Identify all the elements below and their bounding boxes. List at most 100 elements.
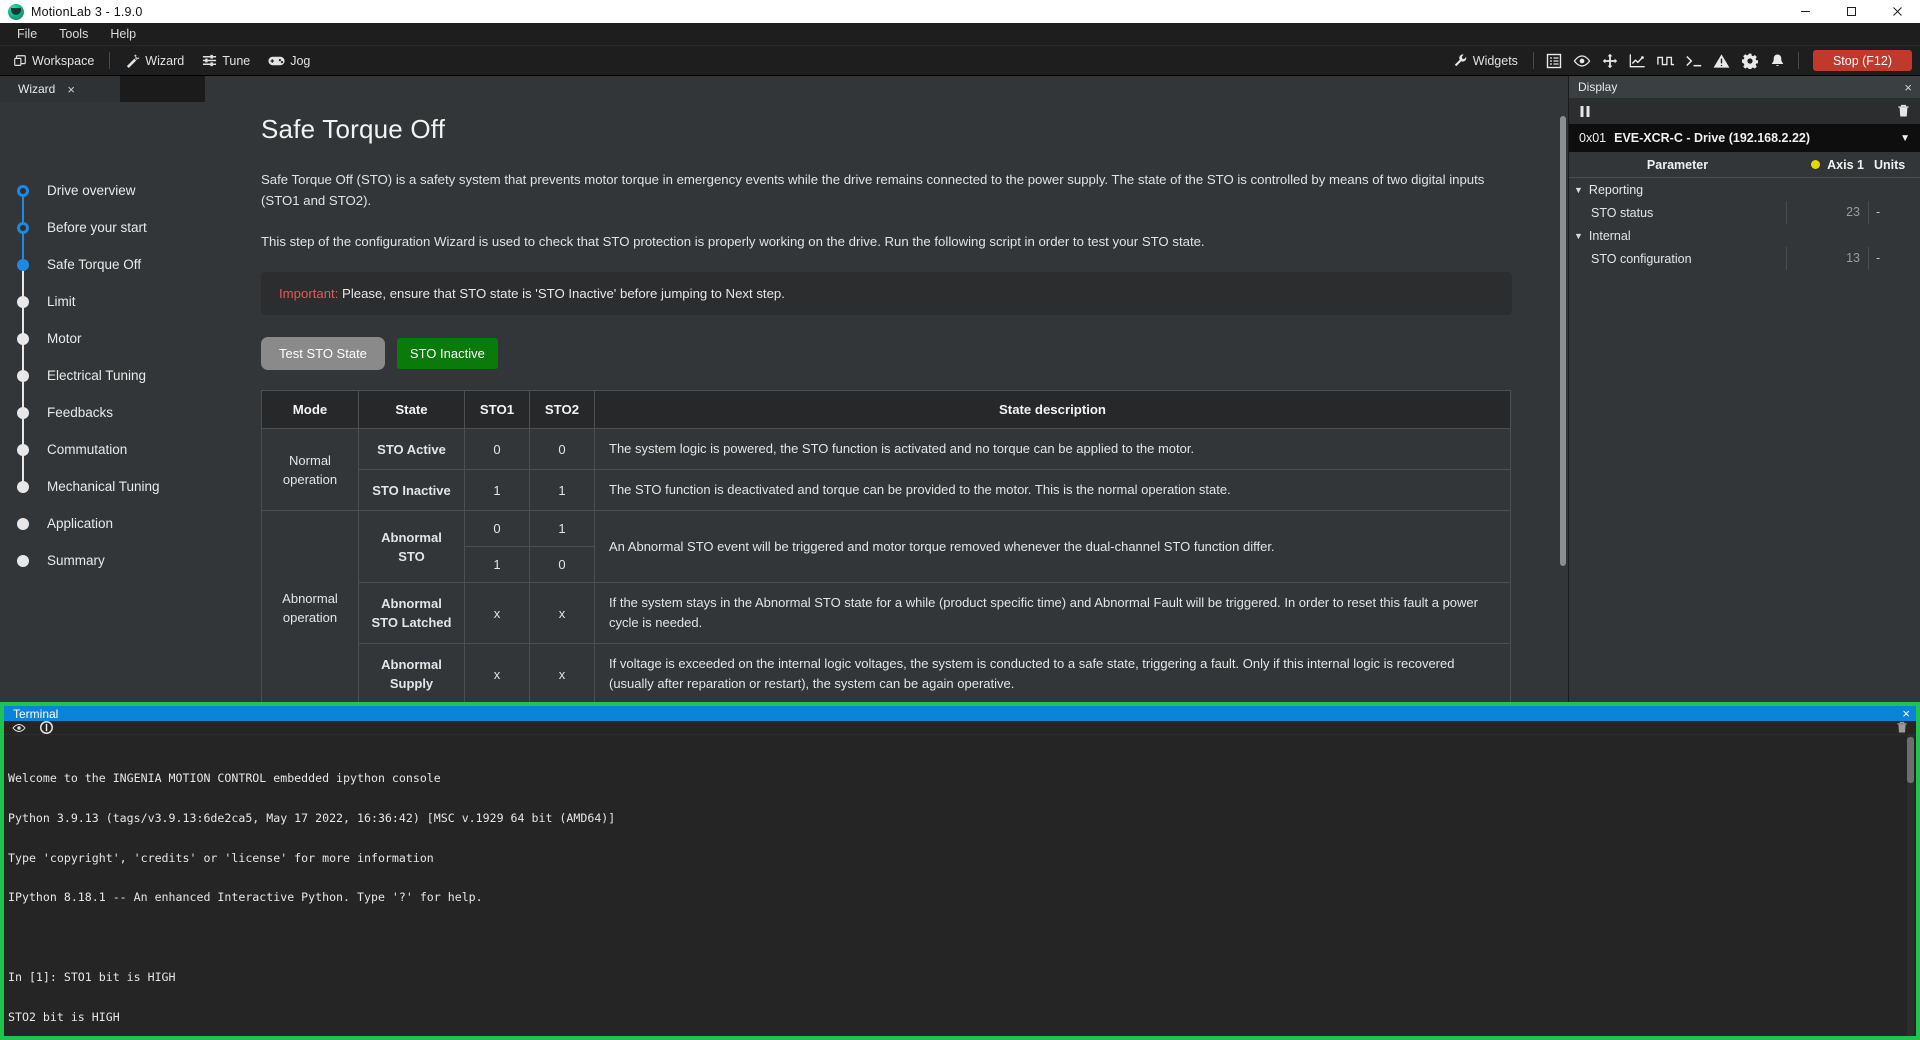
content-inner: Safe Torque Off Safe Torque Off (STO) is… [205,76,1568,705]
toolbar-separator-2 [1532,52,1534,69]
sidebar-item-electrical-tuning[interactable]: Electrical Tuning [17,357,205,394]
sidebar-item-limit[interactable]: Limit [17,283,205,320]
cell-state: Abnormal STO Latched [358,582,465,644]
eye-icon[interactable] [1568,49,1596,73]
col-header-sto2: STO2 [529,390,595,429]
display-panel-header: Display × [1569,76,1920,98]
bell-icon[interactable] [1764,49,1792,73]
step-label: Mechanical Tuning [47,479,160,494]
main-toolbar: Workspace Wizard Tune Jog Widgets Stop (… [0,46,1920,76]
toolbar-separator-1 [109,52,111,69]
wrench-icon [1453,53,1468,68]
col-header-axis-label: Axis 1 [1827,157,1864,172]
terminal-title: Terminal [13,706,59,721]
terminal-line: Welcome to the INGENIA MOTION CONTROL em… [8,770,441,785]
cell-description: The system logic is powered, the STO fun… [594,428,1511,470]
cell-sto2: x [529,643,595,705]
param-name: STO configuration [1591,251,1692,266]
col-header-state-description: State description [594,390,1511,429]
widgets-label: Widgets [1472,53,1518,68]
toolbar-tune-button[interactable]: Tune [193,49,259,73]
eye-icon[interactable] [12,723,26,733]
cell-state: Abnormal STO [358,510,465,583]
step-label: Summary [47,553,105,568]
important-text: Please, ensure that STO state is 'STO In… [338,286,785,301]
display-panel-close-icon[interactable]: × [1904,80,1912,95]
sidebar-item-safe-torque-off[interactable]: Safe Torque Off [17,246,205,283]
chevron-down-icon[interactable]: ▼ [1574,185,1583,195]
waveform-icon[interactable] [1652,49,1680,73]
info-icon[interactable] [40,721,53,735]
table-row: Abnormal Supply x x If voltage is exceed… [262,643,1511,705]
terminal-line: Type 'copyright', 'credits' or 'license'… [8,850,434,865]
menu-item-file[interactable]: File [6,24,48,44]
chevron-down-icon[interactable]: ▼ [1900,133,1910,144]
trash-icon[interactable] [1896,721,1908,734]
terminal-output[interactable]: Welcome to the INGENIA MOTION CONTROL em… [4,735,1916,1036]
cell-description: The STO function is deactivated and torq… [594,469,1511,511]
cell-description: If voltage is exceeded on the internal l… [594,643,1511,705]
cell-sto1: 0 [464,428,530,470]
tab-wizard[interactable]: Wizard × [0,76,120,102]
cell-sto2: 0 [529,546,595,583]
chart-icon[interactable] [1624,49,1652,73]
warning-icon[interactable] [1708,49,1736,73]
gamepad-icon [268,54,285,68]
list-icon[interactable] [1540,49,1568,73]
cell-state: STO Inactive [358,469,465,511]
terminal-close-icon[interactable]: × [1902,706,1910,721]
content-scrollbar[interactable] [1560,116,1566,566]
param-group-internal[interactable]: ▼ Internal [1569,224,1920,247]
cell-sto2: x [529,582,595,644]
test-sto-state-button[interactable]: Test STO State [261,337,385,370]
chevron-down-icon[interactable]: ▼ [1574,231,1583,241]
step-label: Feedbacks [47,405,114,420]
sidebar-item-motor[interactable]: Motor [17,320,205,357]
sidebar-item-feedbacks[interactable]: Feedbacks [17,394,205,431]
sidebar-item-mechanical-tuning[interactable]: Mechanical Tuning [17,468,205,505]
cell-sto2: 1 [529,510,595,547]
sidebar-item-drive-overview[interactable]: Drive overview [17,172,205,209]
wizard-steps: Drive overview Before your start Safe To… [0,102,205,579]
menu-item-tools[interactable]: Tools [48,24,99,44]
minimize-button[interactable] [1782,0,1828,23]
step-marker-done [17,221,29,234]
tab-wizard-label: Wizard [18,82,56,96]
param-value: 23 [1786,201,1868,224]
toolbar-wizard-label: Wizard [145,53,185,68]
param-row-sto-status[interactable]: STO status 23 - [1569,201,1920,224]
tab-close-icon[interactable]: × [67,82,75,97]
move-icon[interactable] [1596,49,1624,73]
sidebar-item-application[interactable]: Application [17,505,205,542]
sidebar-item-commutation[interactable]: Commutation [17,431,205,468]
toolbar-jog-button[interactable]: Jog [259,49,319,73]
device-selector[interactable]: 0x01 EVE-XCR-C - Drive (192.168.2.22) ▼ [1569,124,1920,152]
parameter-columns-header: Parameter Axis 1 Units [1569,152,1920,178]
sidebar-item-before-your-start[interactable]: Before your start [17,209,205,246]
close-button[interactable] [1874,0,1920,23]
col-header-mode: Mode [261,390,359,429]
menu-item-help[interactable]: Help [99,24,147,44]
param-units: - [1868,201,1920,224]
terminal-scrollbar[interactable] [1907,737,1914,784]
cell-sto1: 0 [464,510,530,547]
toolbar-wizard-button[interactable]: Wizard [116,49,193,73]
cell-mode-normal: Normal operation [261,428,359,511]
instruction-paragraph: This step of the configuration Wizard is… [261,234,1205,249]
stop-button[interactable]: Stop (F12) [1812,50,1912,71]
gear-icon[interactable] [1736,49,1764,73]
toolbar-workspace-button[interactable]: Workspace [4,49,103,73]
pause-icon[interactable] [1579,105,1591,118]
toolbar-workspace-label: Workspace [32,53,95,68]
terminal-icon[interactable] [1680,49,1708,73]
trash-icon[interactable] [1897,104,1910,118]
toolbar-right-group: Widgets Stop (F12) [1444,49,1914,73]
widgets-button[interactable]: Widgets [1444,49,1527,73]
param-row-sto-configuration[interactable]: STO configuration 13 - [1569,247,1920,270]
sidebar-item-summary[interactable]: Summary [17,542,205,579]
maximize-button[interactable] [1828,0,1874,23]
toolbar-separator-3 [1797,52,1799,69]
table-row: Abnormal operation Abnormal STO 0 1 An A… [261,510,1511,705]
param-group-reporting[interactable]: ▼ Reporting [1569,178,1920,201]
